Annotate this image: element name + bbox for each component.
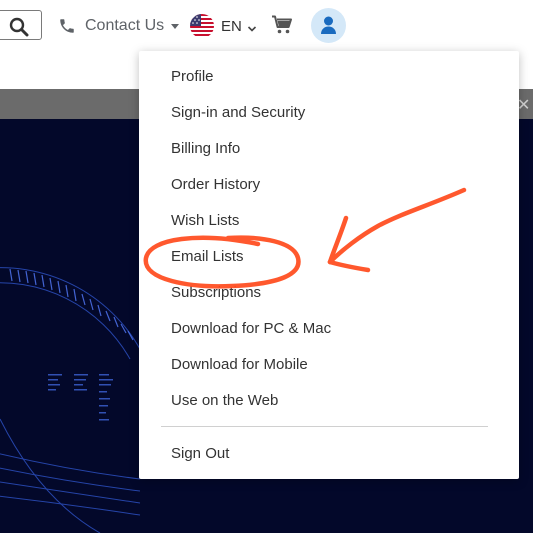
- search-icon[interactable]: [9, 17, 29, 37]
- top-navigation-bar: Contact Us EN: [0, 0, 533, 52]
- language-label: EN: [221, 17, 242, 35]
- language-selector[interactable]: EN: [190, 12, 257, 40]
- menu-item-order-history[interactable]: Order History: [171, 172, 260, 198]
- menu-item-sign-out[interactable]: Sign Out: [171, 441, 229, 467]
- menu-item-email-lists[interactable]: Email Lists: [171, 244, 244, 270]
- menu-item-sign-in-security[interactable]: Sign-in and Security: [171, 100, 305, 126]
- contact-us-link[interactable]: Contact Us: [58, 14, 180, 38]
- chevron-down-icon: [247, 21, 257, 32]
- phone-icon: [58, 17, 76, 35]
- menu-item-profile[interactable]: Profile: [171, 64, 214, 90]
- close-icon[interactable]: ✕: [517, 95, 530, 115]
- account-dropdown-menu: Profile Sign-in and Security Billing Inf…: [139, 51, 519, 479]
- contact-us-label: Contact Us: [85, 17, 165, 34]
- menu-divider: [161, 426, 488, 427]
- menu-item-use-on-web[interactable]: Use on the Web: [171, 388, 278, 414]
- us-flag-icon: [190, 14, 214, 38]
- search-field[interactable]: [0, 10, 42, 40]
- menu-item-wish-lists[interactable]: Wish Lists: [171, 208, 239, 234]
- menu-item-billing-info[interactable]: Billing Info: [171, 136, 240, 162]
- account-avatar-button[interactable]: [311, 8, 346, 43]
- menu-item-subscriptions[interactable]: Subscriptions: [171, 280, 261, 306]
- user-icon: [321, 16, 336, 34]
- cart-icon[interactable]: [271, 15, 293, 35]
- menu-item-download-pc-mac[interactable]: Download for PC & Mac: [171, 316, 331, 342]
- caret-down-icon: [171, 23, 180, 29]
- menu-item-download-mobile[interactable]: Download for Mobile: [171, 352, 308, 378]
